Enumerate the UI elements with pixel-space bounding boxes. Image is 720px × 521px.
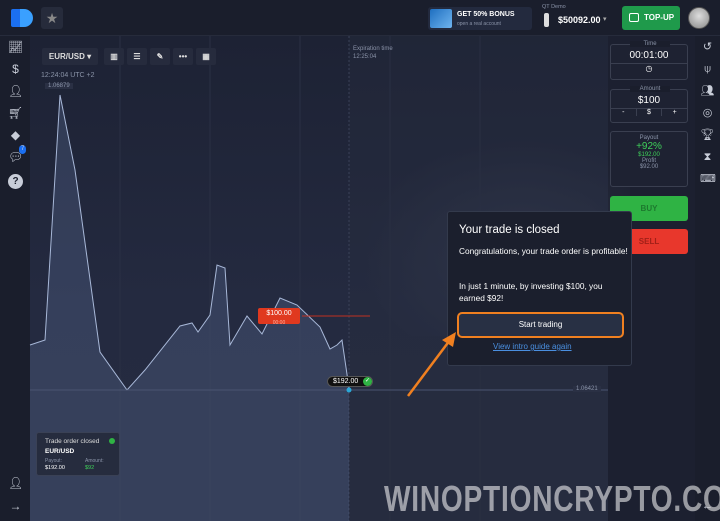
server-time: 12:24:04 UTC +2 [41, 72, 95, 79]
watermark: WINOPTIONCRYPTO.COM [384, 478, 720, 519]
payout-box: Payout +92% $192.00 Profit $92.00 [610, 131, 688, 187]
keyboard-icon[interactable]: ⌨ [700, 172, 716, 187]
drawing-brush-icon[interactable]: ✎ [150, 48, 170, 65]
toast-title: Trade order closed [45, 438, 100, 445]
toast-amount: $92 [85, 465, 95, 471]
toast-payout: $192.00 [45, 465, 65, 471]
max-price-label: 1.06879 [45, 83, 73, 89]
indicators-icon[interactable]: ☰ [127, 48, 147, 65]
popup-title: Your trade is closed [459, 224, 560, 236]
current-price-label: 1.06421 [573, 386, 601, 392]
amount-decrease-button[interactable]: - [611, 109, 636, 116]
amount-value: $100 [637, 95, 661, 106]
result-amount: $192.00 [333, 378, 359, 385]
trade-closed-toast[interactable]: Trade order closed EUR/USD Payout: $192.… [36, 432, 120, 476]
layout-grid-icon[interactable]: ▦ [196, 48, 216, 65]
clock-icon[interactable]: ◷ [611, 63, 687, 73]
trade-closed-popup: Your trade is closed Congratulations, yo… [447, 211, 632, 366]
result-marker: $192.00 ✓ [327, 376, 373, 387]
toast-payout-label: Payout: [45, 458, 62, 464]
trade-timer: 00:00 [272, 320, 286, 326]
time-input[interactable]: Time 00:01:00 ◷ [610, 41, 688, 80]
pair-selector[interactable]: EUR/USD ▾ [42, 48, 98, 65]
expiration-time: 12:25:04 [353, 54, 377, 60]
chart-type-icon[interactable]: ▥ [104, 48, 124, 65]
currency-button[interactable]: $ [635, 109, 663, 116]
popup-earnings-text: In just 1 minute, by investing $100, you… [459, 281, 603, 303]
trade-marker[interactable]: $100.00 00:00 [258, 308, 300, 326]
users-icon[interactable]: 👥︎ [700, 84, 715, 99]
time-value: 00:01:00 [629, 50, 669, 61]
toast-pair: EUR/USD [45, 448, 75, 455]
current-point [346, 387, 352, 393]
toast-amount-label: Amount: [85, 458, 104, 464]
check-icon: ✓ [363, 377, 372, 386]
trophy-icon[interactable]: 🏆︎ [700, 128, 715, 143]
check-icon [109, 438, 115, 444]
time-label: Time [630, 41, 670, 47]
arrow-pointer-icon [407, 332, 456, 397]
signal-icon[interactable]: ⍦ [700, 62, 715, 77]
payout-percent: +92% [636, 141, 662, 152]
intro-guide-link[interactable]: View intro guide again [493, 342, 572, 351]
popup-congrats-text: Congratulations, your trade order is pro… [459, 246, 628, 256]
profit-value: $92.00 [639, 164, 659, 170]
trade-amount: $100.00 [266, 310, 292, 317]
amount-input[interactable]: Amount $100 - $ + [610, 86, 688, 123]
hourglass-icon[interactable]: ⧗ [700, 150, 715, 165]
start-trading-button[interactable]: Start trading [457, 312, 624, 338]
expiration-label: Expiration time [353, 46, 393, 52]
amount-increase-button[interactable]: + [662, 109, 687, 116]
history-icon[interactable]: ↺ [700, 40, 715, 55]
target-icon[interactable]: ◎ [700, 106, 715, 121]
right-sidebar: ↺ ⍦ 👥︎ ◎ 🏆︎ ⧗ ⌨ ← [695, 36, 720, 521]
amount-label: Amount [630, 86, 670, 92]
more-icon[interactable]: ••• [173, 48, 193, 65]
